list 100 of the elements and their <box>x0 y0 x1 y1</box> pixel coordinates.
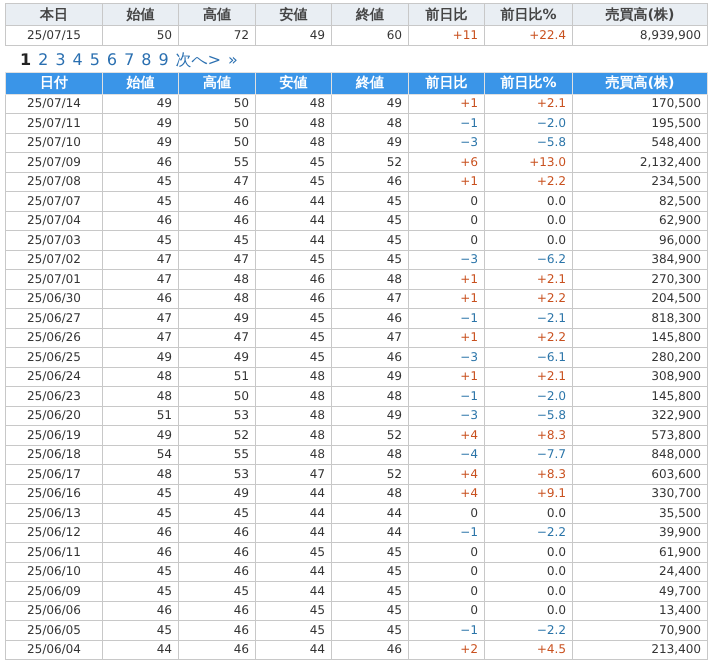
table-cell: +1 <box>408 367 484 386</box>
table-cell: 45 <box>102 562 178 582</box>
page-link[interactable]: 3 <box>55 50 66 70</box>
table-cell: 48 <box>256 386 332 406</box>
page-link[interactable]: » <box>228 50 238 70</box>
table-cell: 49 <box>102 94 178 114</box>
column-header: 高値 <box>178 72 256 94</box>
page-link[interactable]: 7 <box>124 50 134 70</box>
table-cell: 49 <box>102 426 178 445</box>
date-cell: 25/07/02 <box>6 250 102 270</box>
table-cell: 53 <box>178 406 256 426</box>
table-cell: +2.2 <box>484 328 572 348</box>
date-cell: 25/06/16 <box>6 484 102 504</box>
table-cell: 50 <box>178 94 256 114</box>
date-cell: 25/06/25 <box>6 348 102 367</box>
table-cell: +1 <box>408 94 484 114</box>
date-cell: 25/07/09 <box>6 152 102 172</box>
table-cell: −1 <box>408 114 484 133</box>
table-cell: 0.0 <box>484 542 572 562</box>
table-cell: 48 <box>256 406 332 426</box>
table-cell: 60 <box>332 26 408 45</box>
table-cell: 49 <box>178 348 256 367</box>
table-cell: −2.2 <box>484 523 572 542</box>
date-cell: 25/07/10 <box>6 133 102 152</box>
table-cell: 45 <box>178 230 256 250</box>
table-cell: +2.1 <box>484 367 572 386</box>
table-cell: 0 <box>408 601 484 620</box>
page-link[interactable]: 次へ> <box>176 50 222 70</box>
table-cell: 50 <box>178 114 256 133</box>
table-cell: 322,900 <box>572 406 708 426</box>
table-cell: 46 <box>102 211 178 230</box>
table-cell: −3 <box>408 250 484 270</box>
table-cell: 45 <box>256 250 332 270</box>
table-cell: 45 <box>102 504 178 523</box>
table-cell: 44 <box>256 523 332 542</box>
table-cell: 308,900 <box>572 367 708 386</box>
table-cell: +11 <box>408 26 484 45</box>
table-cell: 46 <box>102 152 178 172</box>
column-header: 安値 <box>256 72 332 94</box>
table-cell: 170,500 <box>572 94 708 114</box>
table-cell: 45 <box>332 211 408 230</box>
date-cell: 25/06/18 <box>6 445 102 464</box>
table-cell: 45 <box>256 542 332 562</box>
table-cell: 39,900 <box>572 523 708 542</box>
table-cell: 48 <box>102 386 178 406</box>
date-cell: 25/06/11 <box>6 542 102 562</box>
table-cell: 46 <box>178 601 256 620</box>
table-cell: 0.0 <box>484 562 572 582</box>
table-cell: +1 <box>408 289 484 308</box>
table-cell: 0.0 <box>484 192 572 211</box>
table-cell: 280,200 <box>572 348 708 367</box>
table-cell: −3 <box>408 133 484 152</box>
page-link[interactable]: 6 <box>106 50 118 70</box>
table-cell: 213,400 <box>572 640 708 660</box>
table-cell: 51 <box>178 367 256 386</box>
table-cell: 384,900 <box>572 250 708 270</box>
table-cell: 46 <box>332 308 408 328</box>
table-cell: 49 <box>332 94 408 114</box>
table-cell: +4 <box>408 464 484 484</box>
date-cell: 25/06/26 <box>6 328 102 348</box>
table-cell: 145,800 <box>572 328 708 348</box>
table-cell: 96,000 <box>572 230 708 250</box>
table-cell: 44 <box>256 230 332 250</box>
current-page[interactable]: 1 <box>20 50 32 70</box>
table-cell: +6 <box>408 152 484 172</box>
table-cell: 35,500 <box>572 504 708 523</box>
page-link[interactable]: 4 <box>72 50 83 70</box>
date-cell: 25/07/11 <box>6 114 102 133</box>
table-cell: 49 <box>332 133 408 152</box>
table-cell: 47 <box>178 250 256 270</box>
page-link[interactable]: 9 <box>158 50 169 70</box>
table-cell: 24,400 <box>572 562 708 582</box>
table-cell: 45 <box>332 230 408 250</box>
table-cell: 46 <box>102 601 178 620</box>
column-header: 売買高(株) <box>572 4 708 26</box>
page-link[interactable]: 5 <box>90 50 100 70</box>
table-cell: 52 <box>332 464 408 484</box>
table-cell: 13,400 <box>572 601 708 620</box>
date-cell: 25/06/05 <box>6 620 102 640</box>
column-header: 前日比% <box>484 72 572 94</box>
date-cell: 25/07/08 <box>6 172 102 192</box>
table-cell: 45 <box>332 562 408 582</box>
table-cell: 0.0 <box>484 504 572 523</box>
table-cell: 45 <box>256 620 332 640</box>
table-cell: 0 <box>408 211 484 230</box>
page-link[interactable]: 2 <box>38 50 48 70</box>
table-cell: 51 <box>102 406 178 426</box>
table-cell: −1 <box>408 308 484 328</box>
date-cell: 25/07/15 <box>6 26 102 45</box>
table-cell: 49 <box>332 367 408 386</box>
table-cell: 47 <box>102 270 178 289</box>
page-link[interactable]: 8 <box>141 50 152 70</box>
table-cell: 47 <box>256 464 332 484</box>
column-header: 前日比% <box>484 4 572 26</box>
table-cell: −2.1 <box>484 308 572 328</box>
table-cell: 46 <box>256 270 332 289</box>
table-cell: 46 <box>178 523 256 542</box>
column-header: 売買高(株) <box>572 72 708 94</box>
table-cell: 49 <box>102 114 178 133</box>
table-cell: 0 <box>408 504 484 523</box>
